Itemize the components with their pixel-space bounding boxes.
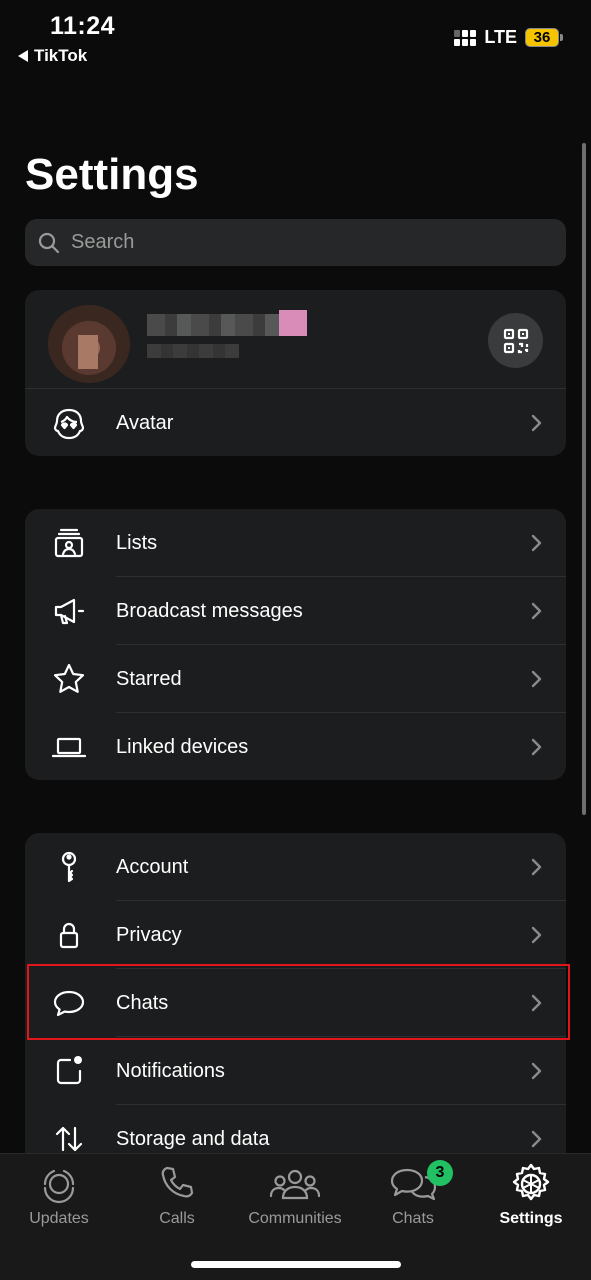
search-bar[interactable] [25, 219, 566, 266]
tab-communities[interactable]: Communities [236, 1162, 354, 1228]
settings-row-label: Storage and data [116, 1127, 270, 1150]
tab-label: Calls [159, 1210, 195, 1227]
tab-label: Settings [499, 1210, 563, 1227]
profile-emoji-redacted [279, 310, 307, 336]
settings-row-lists[interactable]: Lists [25, 509, 566, 577]
qr-code-button[interactable] [488, 313, 543, 368]
chevron-right-icon [531, 1062, 542, 1080]
profile-status-redacted [147, 344, 239, 358]
tab-label: Updates [29, 1210, 89, 1227]
scrollbar[interactable] [582, 143, 586, 815]
laptop-icon [52, 730, 86, 764]
status-bar: 11:24 TikTok LTE 36 [0, 0, 591, 80]
status-indicators: LTE 36 [454, 27, 563, 48]
settings-row-label: Avatar [116, 411, 174, 434]
chevron-right-icon [531, 414, 542, 432]
phone-icon [161, 1166, 194, 1198]
updates-icon [43, 1169, 75, 1204]
tab-settings[interactable]: Settings [472, 1162, 590, 1228]
network-type: LTE [484, 27, 517, 47]
back-app-label: TikTok [34, 46, 88, 65]
megaphone-icon [52, 594, 86, 628]
chevron-right-icon [531, 1130, 542, 1148]
lists-icon [52, 526, 86, 560]
settings-row-label: Linked devices [116, 735, 249, 758]
tab-label: Communities [248, 1210, 342, 1227]
notification-icon [52, 1054, 86, 1088]
chevron-right-icon [531, 602, 542, 620]
settings-row-broadcast[interactable]: Broadcast messages [25, 577, 566, 645]
tab-updates[interactable]: Updates [0, 1162, 118, 1228]
chevron-right-icon [531, 926, 542, 944]
settings-row-privacy[interactable]: Privacy [25, 901, 566, 969]
tab-chats[interactable]: 3 Chats [354, 1160, 472, 1228]
storage-arrows-icon [52, 1122, 86, 1156]
communities-icon [269, 1169, 321, 1200]
tab-bar: Updates Calls Communities 3 Chats Settin… [0, 1153, 591, 1280]
search-icon [38, 232, 60, 253]
settings-row-label: Starred [116, 667, 182, 690]
lock-icon [52, 918, 86, 952]
qr-code-icon [503, 328, 528, 353]
settings-row-linked-devices[interactable]: Linked devices [25, 713, 566, 780]
back-to-app-link[interactable]: TikTok [18, 46, 87, 66]
battery-icon: 36 [525, 28, 563, 47]
chevron-right-icon [531, 670, 542, 688]
status-time: 11:24 [50, 12, 116, 40]
settings-row-label: Notifications [116, 1059, 225, 1082]
tab-calls[interactable]: Calls [118, 1162, 236, 1228]
chevron-right-icon [531, 858, 542, 876]
chevron-right-icon [531, 738, 542, 756]
home-indicator[interactable] [191, 1261, 401, 1268]
page-title: Settings [25, 150, 199, 199]
settings-row-avatar[interactable]: Avatar [25, 389, 566, 456]
star-icon [52, 662, 86, 696]
settings-row-notifications[interactable]: Notifications [25, 1037, 566, 1105]
settings-row-label: Broadcast messages [116, 599, 303, 622]
profile-row[interactable] [25, 290, 566, 388]
avatar[interactable] [48, 305, 130, 383]
key-icon [52, 850, 86, 884]
battery-level: 36 [525, 28, 559, 47]
avatar-face-icon [52, 406, 86, 440]
settings-group-tools: Lists Broadcast messages Starred Linked … [25, 509, 566, 780]
settings-row-starred[interactable]: Starred [25, 645, 566, 713]
profile-card: Avatar [25, 290, 566, 456]
settings-gear-icon [512, 1163, 550, 1201]
unread-badge: 3 [427, 1160, 453, 1186]
highlight-box [27, 964, 570, 1040]
settings-row-account[interactable]: Account [25, 833, 566, 901]
back-arrow-icon [18, 50, 28, 62]
tab-label: Chats [392, 1210, 434, 1227]
signal-icon [454, 29, 477, 46]
settings-row-label: Lists [116, 531, 158, 554]
chevron-right-icon [531, 534, 542, 552]
search-input[interactable] [71, 231, 551, 254]
settings-row-label: Privacy [116, 923, 182, 946]
settings-row-label: Account [116, 855, 189, 878]
